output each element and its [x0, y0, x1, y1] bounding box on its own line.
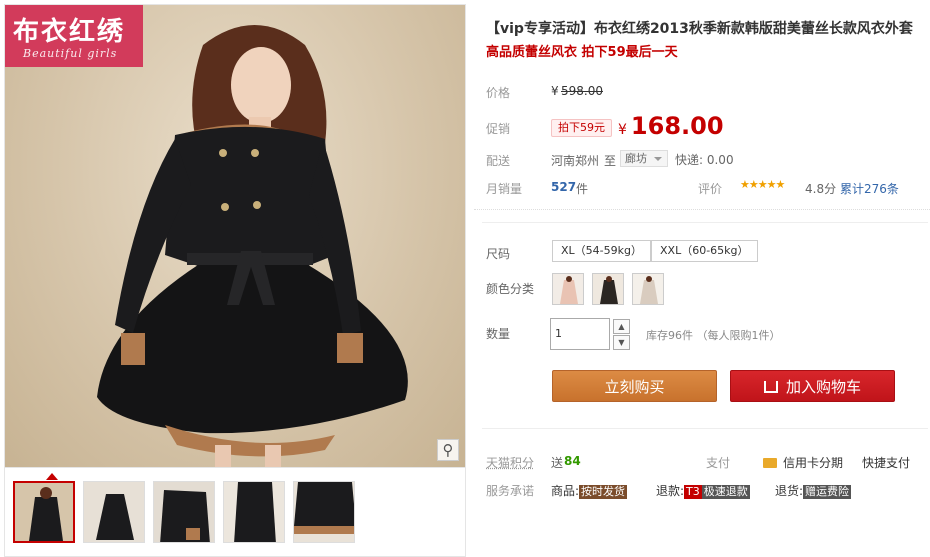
product-subtitle: 高品质蕾丝风衣 拍下59最后一天 — [486, 45, 678, 60]
rating-score: 4.8分 — [805, 182, 837, 196]
thumbnail-5[interactable] — [293, 481, 355, 543]
credit-installment[interactable]: 信用卡分期 — [763, 454, 843, 471]
thumbnail-strip — [5, 467, 465, 557]
goods-promise[interactable]: 商品: 按时发货 — [551, 482, 628, 499]
purchase-limit: （每人限购1件） — [696, 329, 781, 342]
orig-price-label: 价格 — [486, 86, 511, 100]
color-swatch-pink[interactable] — [552, 273, 584, 305]
thumbnail-2[interactable] — [83, 481, 145, 543]
stock-info: 库存96件 （每人限购1件） — [646, 327, 781, 343]
color-label: 颜色分类 — [486, 282, 535, 296]
product-gallery: 布衣红绣 Beautiful girls ⚲ — [4, 4, 466, 557]
points-prefix: 送 — [551, 456, 564, 470]
credit-installment-label: 信用卡分期 — [783, 456, 844, 470]
goods-promise-tag: 按时发货 — [579, 485, 628, 499]
add-to-cart-button[interactable]: 加入购物车 — [730, 370, 895, 402]
monthly-sales-unit: 件 — [576, 182, 589, 196]
divider — [482, 222, 928, 223]
size-label: 尺码 — [486, 247, 511, 261]
size-option-xl[interactable]: XL（54-59kg） — [552, 240, 651, 262]
thumbnail-4[interactable] — [223, 481, 285, 543]
return-promise[interactable]: 退货: 赠运费险 — [775, 482, 852, 499]
shipping-express: 快递: 0.00 — [675, 153, 734, 167]
orig-price-value: 598.00 — [561, 84, 603, 98]
product-detail-panel: 【vip专享活动】布衣红绣2013秋季新款韩版甜美蕾丝长款风衣外套 高品质蕾丝风… — [474, 0, 930, 557]
cart-icon — [763, 381, 778, 393]
points-value: 84 — [564, 454, 581, 468]
logo-tagline: Beautiful girls — [23, 47, 118, 60]
city-select-value: 廊坊 — [625, 152, 647, 165]
main-product-image[interactable]: 布衣红绣 Beautiful girls ⚲ — [5, 5, 465, 467]
brand-logo: 布衣红绣 Beautiful girls — [5, 5, 143, 67]
promo-price-value: 168.00 — [630, 112, 724, 140]
credit-card-icon — [763, 458, 777, 468]
thumbnail-1[interactable] — [13, 481, 75, 543]
city-select[interactable]: 廊坊 — [620, 150, 668, 167]
quantity-up-icon[interactable]: ▲ — [613, 319, 630, 334]
rating-label: 评价 — [698, 182, 723, 196]
refund-promise-tag: 极速退款 — [701, 485, 750, 499]
monthly-sales-count: 527 — [551, 180, 577, 194]
orig-price-currency: ¥ — [551, 84, 559, 98]
refund-t3-badge: T3 — [684, 485, 702, 499]
color-swatch-black[interactable] — [592, 273, 624, 305]
add-to-cart-label: 加入购物车 — [785, 378, 861, 396]
thumbnail-3[interactable] — [153, 481, 215, 543]
refund-promise-label: 退款: — [656, 484, 685, 498]
quick-pay[interactable]: 快捷支付 — [862, 454, 910, 471]
quantity-label: 数量 — [486, 327, 511, 341]
promo-price: ¥168.00 — [618, 112, 724, 140]
promo-price-currency: ¥ — [618, 122, 627, 138]
service-promise-label: 服务承诺 — [486, 484, 535, 498]
logo-text: 布衣红绣 — [13, 17, 126, 47]
zoom-icon[interactable]: ⚲ — [437, 439, 459, 461]
monthly-sales-label: 月销量 — [486, 182, 523, 196]
chevron-down-icon — [654, 157, 662, 161]
refund-promise[interactable]: 退款: T3 极速退款 — [656, 482, 750, 499]
rating-stars-icon: ★★★★★ — [740, 178, 785, 191]
size-option-xxl[interactable]: XXL（60-65kg） — [651, 240, 758, 262]
return-promise-tag: 赠运费险 — [803, 485, 852, 499]
payment-label: 支付 — [706, 456, 731, 470]
quantity-down-icon[interactable]: ▼ — [613, 335, 630, 350]
buy-now-button[interactable]: 立刻购买 — [552, 370, 717, 402]
promo-price-label: 促销 — [486, 122, 511, 136]
shipping-to-word: 至 — [604, 154, 617, 168]
rating-total-link[interactable]: 累计276条 — [840, 180, 899, 197]
shipping-label: 配送 — [486, 154, 511, 168]
quantity-input[interactable]: 1 — [550, 318, 610, 350]
shipping-from: 河南郑州 — [551, 154, 600, 168]
buy-now-label: 立刻购买 — [604, 378, 665, 396]
divider — [482, 428, 928, 429]
return-promise-label: 退货: — [775, 484, 804, 498]
color-swatch-beige[interactable] — [632, 273, 664, 305]
promo-tag: 拍下59元 — [551, 119, 612, 137]
points-label[interactable]: 天猫积分 — [486, 454, 534, 471]
product-title: 【vip专享活动】布衣红绣2013秋季新款韩版甜美蕾丝长款风衣外套 — [486, 21, 913, 37]
stock-count: 库存96件 — [646, 329, 693, 342]
model-illustration — [97, 25, 408, 467]
goods-promise-label: 商品: — [551, 484, 580, 498]
thumb-pointer-icon — [46, 473, 58, 480]
